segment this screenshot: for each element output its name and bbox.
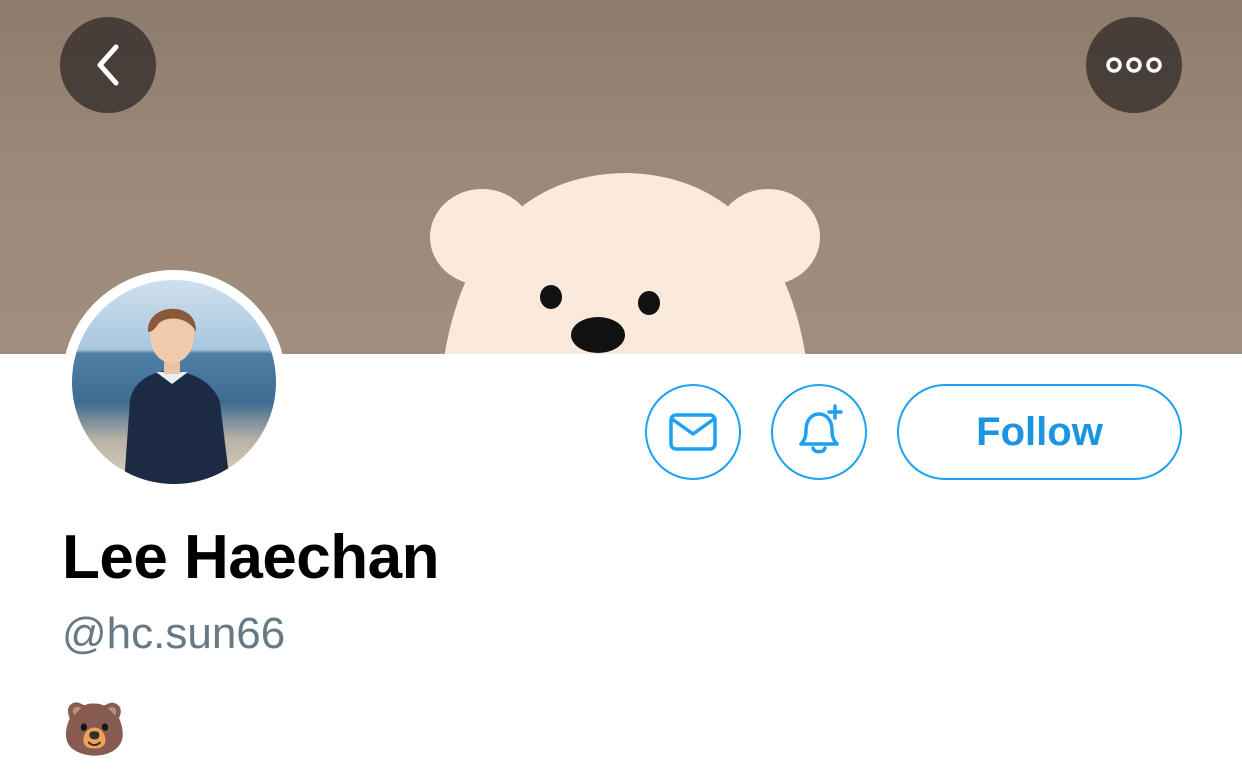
profile-bio: 🐻 [62, 701, 127, 759]
envelope-icon [669, 413, 717, 451]
follow-button[interactable]: Follow [897, 384, 1182, 480]
back-button[interactable] [60, 17, 156, 113]
chevron-left-icon [97, 44, 119, 86]
profile-name: Lee Haechan [62, 523, 440, 592]
follow-button-label: Follow [976, 409, 1103, 454]
person-silhouette [124, 308, 230, 484]
bear-illustration [430, 173, 820, 354]
avatar[interactable] [62, 270, 286, 494]
notifications-button[interactable] [771, 384, 867, 480]
ellipsis-icon [1106, 57, 1162, 73]
avatar-photo [72, 280, 276, 484]
more-options-button[interactable] [1086, 17, 1182, 113]
message-button[interactable] [645, 384, 741, 480]
profile-handle: @hc.sun66 [62, 609, 286, 658]
bell-plus-icon [799, 404, 843, 454]
